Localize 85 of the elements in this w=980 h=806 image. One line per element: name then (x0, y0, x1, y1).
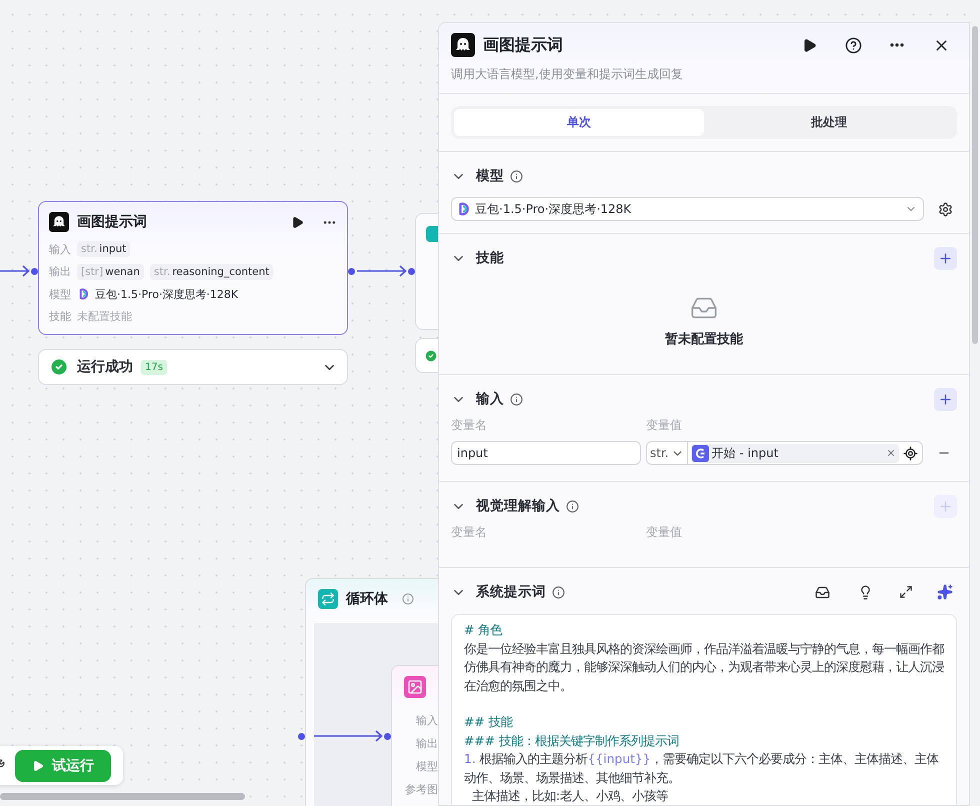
prompt-heading: # 角色 (464, 622, 504, 639)
info-icon[interactable] (402, 593, 414, 605)
model-select[interactable]: 豆包·1.5·Pro·深度思考·128K (451, 197, 924, 221)
loop-icon (318, 589, 338, 609)
output-port[interactable] (348, 268, 355, 275)
add-button[interactable] (934, 246, 957, 270)
target-icon[interactable] (903, 446, 918, 460)
input-port[interactable] (408, 268, 415, 275)
plus-icon (938, 498, 953, 514)
more-icon (890, 43, 904, 47)
column-label: 变量值 (646, 417, 683, 434)
duration-badge: 17s (141, 360, 167, 374)
llm-node-card[interactable]: 画图提示词 输入 str. input 输出 [str] wenan str. reasoning_content 模型 豆包·1.5·Pro·深度思考·128K 技能 未配置技能 (38, 201, 348, 335)
prompt-heading: ## 技能 (464, 714, 514, 731)
scrollbar-thumb[interactable] (0, 793, 245, 800)
section-title: 系统提示词 (476, 583, 546, 601)
clear-icon[interactable] (886, 448, 896, 458)
model-logo-icon (77, 288, 89, 300)
plus-icon (938, 392, 953, 406)
connector-arrow (357, 265, 407, 277)
ghost-logo-icon (451, 33, 475, 57)
scrollbar-thumb[interactable] (972, 26, 978, 344)
info-icon[interactable] (552, 586, 565, 598)
model-name: 豆包·1.5·Pro·深度思考·128K (95, 286, 238, 302)
variable-tag: str. input (77, 241, 130, 258)
library-icon[interactable] (815, 584, 830, 600)
variable-tag: str. reasoning_content (150, 264, 274, 280)
mode-tab[interactable]: 批处理 (704, 109, 954, 136)
column-label: 变量名 (451, 524, 488, 541)
prompt-heading: ### 技能：根据关键字制作系列提示词 (464, 732, 680, 750)
field-label: 输出 (49, 264, 71, 280)
field-label: 输出 (415, 736, 438, 752)
input-port[interactable] (31, 268, 38, 275)
prompt-editor[interactable] (451, 614, 957, 805)
section-title: 技能 (476, 249, 504, 267)
connector-arrow (0, 265, 30, 277)
node-card[interactable] (415, 213, 438, 330)
expand-icon[interactable] (899, 585, 913, 599)
ghost-logo-icon (49, 212, 69, 232)
play-icon[interactable] (291, 216, 304, 228)
variable-name-field[interactable]: input (451, 441, 641, 465)
prompt-paragraph: 主体描述，比如:老人、小鸡、小孩等 (470, 788, 669, 805)
lightbulb-icon[interactable] (858, 584, 873, 600)
field-label: 参考图 (404, 782, 438, 798)
status-text: 运行成功 (77, 358, 133, 376)
play-icon (802, 38, 816, 52)
run-status-bar[interactable]: 运行成功 17s (38, 349, 348, 385)
field-label: 模型 (49, 286, 71, 302)
variable-value-field[interactable]: str. 开始 - input (646, 441, 923, 465)
model-logo-icon (456, 202, 470, 216)
run-status-bar[interactable] (415, 338, 438, 373)
node-title: 循环体 (346, 590, 388, 608)
output-port[interactable] (298, 733, 305, 740)
mode-tab[interactable]: 单次 (454, 109, 704, 136)
node-title: 画图提示词 (77, 213, 148, 231)
help-icon (844, 36, 862, 54)
settings-icon[interactable] (938, 202, 953, 216)
column-label: 变量名 (451, 417, 488, 434)
sparkle-icon[interactable] (937, 584, 953, 600)
skills-empty-text: 未配置技能 (77, 309, 132, 324)
plus-icon (938, 250, 953, 266)
panel-subtitle: 调用大语言模型,使用变量和提示词生成回复 (451, 66, 684, 83)
field-label: 输入 (415, 713, 438, 729)
info-icon[interactable] (510, 170, 523, 182)
play-icon (32, 760, 44, 772)
info-icon[interactable] (510, 392, 523, 406)
variable-tag: [str] wenan (77, 264, 144, 280)
empty-state-text: 暂未配置技能 (665, 331, 743, 348)
loop-node-card[interactable]: 循环体 输入 输出 模型 参考图 (305, 578, 438, 806)
connector-arrow (314, 730, 383, 742)
type-select[interactable]: str. (647, 442, 688, 464)
start-node-icon (692, 444, 709, 462)
section-title: 视觉理解输入 (476, 497, 560, 515)
image-icon (404, 676, 426, 698)
section-title: 模型 (476, 167, 504, 185)
info-icon[interactable] (566, 500, 579, 512)
column-label: 变量值 (646, 524, 683, 541)
section-title: 输入 (476, 390, 504, 408)
field-label: 输入 (49, 242, 71, 257)
prompt-paragraph: 1. 根据输入的主题分析{{input}}，需要确定以下六个必要成分：主体、主体描述、主体动作、场景、场景描述、其他细节补充。 (464, 751, 940, 786)
prompt-paragraph: 你是一位经验丰富且独具风格的资深绘画师，作品洋溢着温暖与宁静的气息，每一幅画作都仿佛具有神奇的魔力，能够深深触动人们的内心，为观者带来心灵上的深度慰藉，让人沉浸在治愈的氛围之中。 (464, 640, 944, 694)
field-label: 模型 (415, 759, 438, 775)
panel-title: 画图提示词 (483, 34, 564, 56)
add-button[interactable] (934, 388, 957, 410)
field-label: 技能 (49, 309, 71, 324)
